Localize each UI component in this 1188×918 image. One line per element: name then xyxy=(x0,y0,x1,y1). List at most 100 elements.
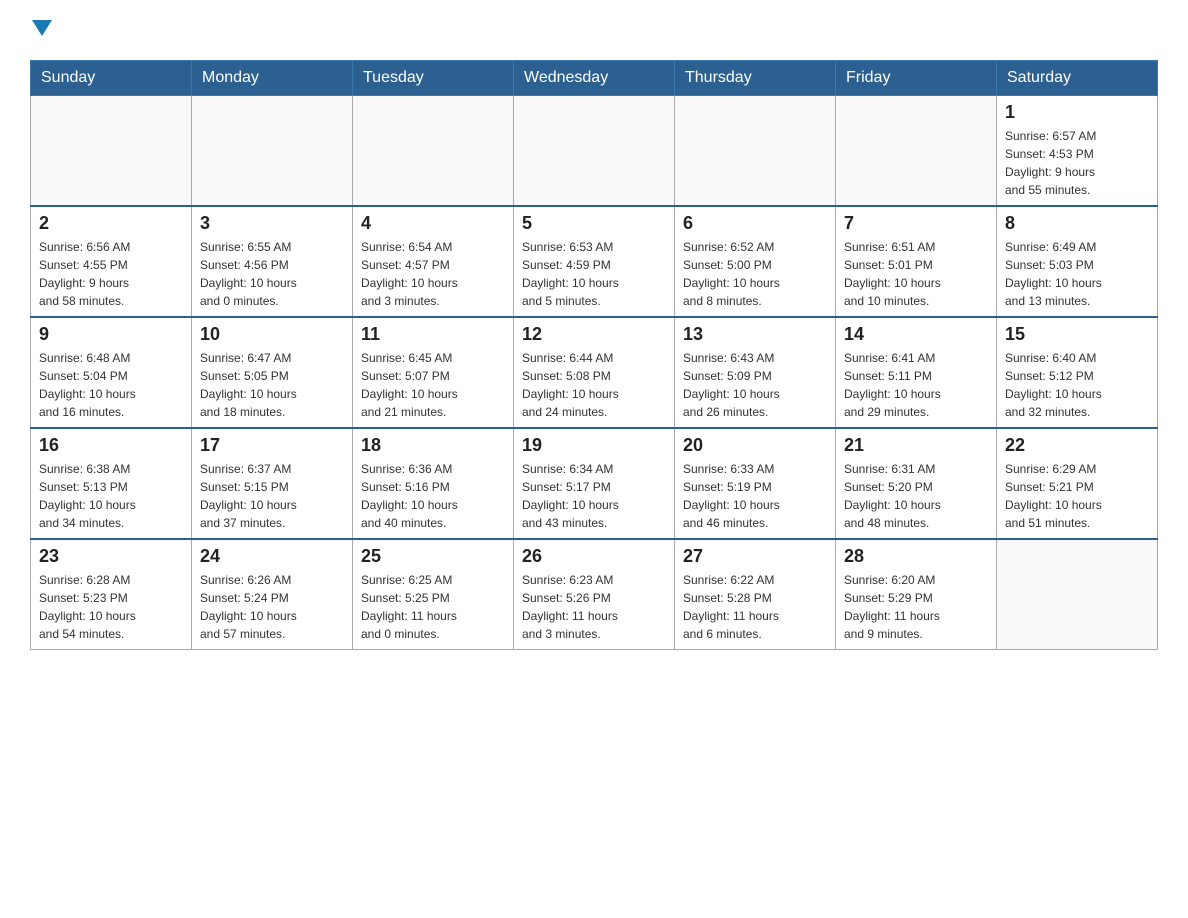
logo xyxy=(30,20,52,40)
day-number: 15 xyxy=(1005,324,1149,345)
table-row: 14Sunrise: 6:41 AMSunset: 5:11 PMDayligh… xyxy=(836,317,997,428)
day-number: 9 xyxy=(39,324,183,345)
day-info: Sunrise: 6:43 AMSunset: 5:09 PMDaylight:… xyxy=(683,349,827,421)
day-info: Sunrise: 6:26 AMSunset: 5:24 PMDaylight:… xyxy=(200,571,344,643)
header-thursday: Thursday xyxy=(675,61,836,96)
logo-triangle-icon xyxy=(32,20,52,36)
day-info: Sunrise: 6:29 AMSunset: 5:21 PMDaylight:… xyxy=(1005,460,1149,532)
table-row: 21 Sunrise: 6:31 AMSunset: 5:20 PMDayligh… xyxy=(836,428,997,539)
table-row: 1 Sunrise: 6:57 AMSunset: 4:53 PMDaylight… xyxy=(997,96,1158,207)
table-row: 28 Sunrise: 6:20 AMSunset: 5:29 PMDayligh… xyxy=(836,539,997,650)
table-row: 6 Sunrise: 6:52 AMSunset: 5:00 PMDaylight… xyxy=(675,206,836,317)
table-row: 12 Sunrise: 6:44 AMSunset: 5:08 PMDayligh… xyxy=(514,317,675,428)
day-number: 2 xyxy=(39,213,183,234)
day-info: Sunrise: 6:57 AMSunset: 4:53 PMDaylight:… xyxy=(1005,127,1149,199)
calendar-week-row: 1 Sunrise: 6:57 AMSunset: 4:53 PMDaylight… xyxy=(31,96,1158,207)
day-info: Sunrise: 6:55 AMSunset: 4:56 PMDaylight:… xyxy=(200,238,344,310)
day-number: 5 xyxy=(522,213,666,234)
table-row xyxy=(836,96,997,207)
day-info: Sunrise: 6:49 AMSunset: 5:03 PMDaylight:… xyxy=(1005,238,1149,310)
table-row xyxy=(31,96,192,207)
day-number: 21 xyxy=(844,435,988,456)
day-number: 3 xyxy=(200,213,344,234)
day-number: 4 xyxy=(361,213,505,234)
table-row: 2 Sunrise: 6:56 AMSunset: 4:55 PMDaylight… xyxy=(31,206,192,317)
table-row xyxy=(514,96,675,207)
day-number: 23 xyxy=(39,546,183,567)
table-row: 9 Sunrise: 6:48 AMSunset: 5:04 PMDaylight… xyxy=(31,317,192,428)
day-number: 28 xyxy=(844,546,988,567)
day-info: Sunrise: 6:23 AMSunset: 5:26 PMDaylight:… xyxy=(522,571,666,643)
day-info: Sunrise: 6:48 AMSunset: 5:04 PMDaylight:… xyxy=(39,349,183,421)
day-info: Sunrise: 6:51 AMSunset: 5:01 PMDaylight:… xyxy=(844,238,988,310)
table-row: 25Sunrise: 6:25 AMSunset: 5:25 PMDayligh… xyxy=(353,539,514,650)
table-row: 5 Sunrise: 6:53 AMSunset: 4:59 PMDaylight… xyxy=(514,206,675,317)
table-row: 4 Sunrise: 6:54 AMSunset: 4:57 PMDaylight… xyxy=(353,206,514,317)
table-row: 24 Sunrise: 6:26 AMSunset: 5:24 PMDayligh… xyxy=(192,539,353,650)
table-row: 18Sunrise: 6:36 AMSunset: 5:16 PMDayligh… xyxy=(353,428,514,539)
table-row xyxy=(192,96,353,207)
table-row: 3 Sunrise: 6:55 AMSunset: 4:56 PMDaylight… xyxy=(192,206,353,317)
table-row: 13 Sunrise: 6:43 AMSunset: 5:09 PMDayligh… xyxy=(675,317,836,428)
day-info: Sunrise: 6:22 AMSunset: 5:28 PMDaylight:… xyxy=(683,571,827,643)
header-friday: Friday xyxy=(836,61,997,96)
day-info: Sunrise: 6:54 AMSunset: 4:57 PMDaylight:… xyxy=(361,238,505,310)
table-row xyxy=(675,96,836,207)
day-info: Sunrise: 6:33 AMSunset: 5:19 PMDaylight:… xyxy=(683,460,827,532)
day-number: 26 xyxy=(522,546,666,567)
table-row: 15 Sunrise: 6:40 AMSunset: 5:12 PMDayligh… xyxy=(997,317,1158,428)
day-number: 12 xyxy=(522,324,666,345)
day-number: 10 xyxy=(200,324,344,345)
day-number: 22 xyxy=(1005,435,1149,456)
day-number: 6 xyxy=(683,213,827,234)
day-info: Sunrise: 6:37 AMSunset: 5:15 PMDaylight:… xyxy=(200,460,344,532)
day-number: 7 xyxy=(844,213,988,234)
day-info: Sunrise: 6:45 AMSunset: 5:07 PMDaylight:… xyxy=(361,349,505,421)
day-number: 25 xyxy=(361,546,505,567)
table-row xyxy=(997,539,1158,650)
day-info: Sunrise: 6:52 AMSunset: 5:00 PMDaylight:… xyxy=(683,238,827,310)
day-number: 24 xyxy=(200,546,344,567)
calendar-week-row: 9 Sunrise: 6:48 AMSunset: 5:04 PMDaylight… xyxy=(31,317,1158,428)
table-row xyxy=(353,96,514,207)
table-row: 8 Sunrise: 6:49 AMSunset: 5:03 PMDaylight… xyxy=(997,206,1158,317)
header-tuesday: Tuesday xyxy=(353,61,514,96)
day-info: Sunrise: 6:31 AMSunset: 5:20 PMDaylight:… xyxy=(844,460,988,532)
day-number: 18 xyxy=(361,435,505,456)
day-number: 1 xyxy=(1005,102,1149,123)
calendar-week-row: 16 Sunrise: 6:38 AMSunset: 5:13 PMDayligh… xyxy=(31,428,1158,539)
day-info: Sunrise: 6:47 AMSunset: 5:05 PMDaylight:… xyxy=(200,349,344,421)
day-number: 8 xyxy=(1005,213,1149,234)
table-row: 17Sunrise: 6:37 AMSunset: 5:15 PMDayligh… xyxy=(192,428,353,539)
header-wednesday: Wednesday xyxy=(514,61,675,96)
calendar-week-row: 23 Sunrise: 6:28 AMSunset: 5:23 PMDayligh… xyxy=(31,539,1158,650)
table-row: 23 Sunrise: 6:28 AMSunset: 5:23 PMDayligh… xyxy=(31,539,192,650)
weekday-header-row: Sunday Monday Tuesday Wednesday Thursday… xyxy=(31,61,1158,96)
day-info: Sunrise: 6:34 AMSunset: 5:17 PMDaylight:… xyxy=(522,460,666,532)
day-number: 13 xyxy=(683,324,827,345)
day-info: Sunrise: 6:20 AMSunset: 5:29 PMDaylight:… xyxy=(844,571,988,643)
table-row: 20 Sunrise: 6:33 AMSunset: 5:19 PMDayligh… xyxy=(675,428,836,539)
header-sunday: Sunday xyxy=(31,61,192,96)
table-row: 10 Sunrise: 6:47 AMSunset: 5:05 PMDayligh… xyxy=(192,317,353,428)
table-row: 7 Sunrise: 6:51 AMSunset: 5:01 PMDaylight… xyxy=(836,206,997,317)
day-info: Sunrise: 6:40 AMSunset: 5:12 PMDaylight:… xyxy=(1005,349,1149,421)
header-monday: Monday xyxy=(192,61,353,96)
day-info: Sunrise: 6:56 AMSunset: 4:55 PMDaylight:… xyxy=(39,238,183,310)
day-number: 16 xyxy=(39,435,183,456)
day-info: Sunrise: 6:41 AMSunset: 5:11 PMDaylight:… xyxy=(844,349,988,421)
table-row: 16 Sunrise: 6:38 AMSunset: 5:13 PMDayligh… xyxy=(31,428,192,539)
header xyxy=(30,20,1158,40)
calendar-table: Sunday Monday Tuesday Wednesday Thursday… xyxy=(30,60,1158,650)
day-info: Sunrise: 6:38 AMSunset: 5:13 PMDaylight:… xyxy=(39,460,183,532)
header-saturday: Saturday xyxy=(997,61,1158,96)
day-info: Sunrise: 6:28 AMSunset: 5:23 PMDaylight:… xyxy=(39,571,183,643)
day-number: 11 xyxy=(361,324,505,345)
table-row: 22 Sunrise: 6:29 AMSunset: 5:21 PMDayligh… xyxy=(997,428,1158,539)
table-row: 19Sunrise: 6:34 AMSunset: 5:17 PMDayligh… xyxy=(514,428,675,539)
table-row: 11 Sunrise: 6:45 AMSunset: 5:07 PMDayligh… xyxy=(353,317,514,428)
day-info: Sunrise: 6:44 AMSunset: 5:08 PMDaylight:… xyxy=(522,349,666,421)
calendar-week-row: 2 Sunrise: 6:56 AMSunset: 4:55 PMDaylight… xyxy=(31,206,1158,317)
day-info: Sunrise: 6:53 AMSunset: 4:59 PMDaylight:… xyxy=(522,238,666,310)
day-number: 20 xyxy=(683,435,827,456)
